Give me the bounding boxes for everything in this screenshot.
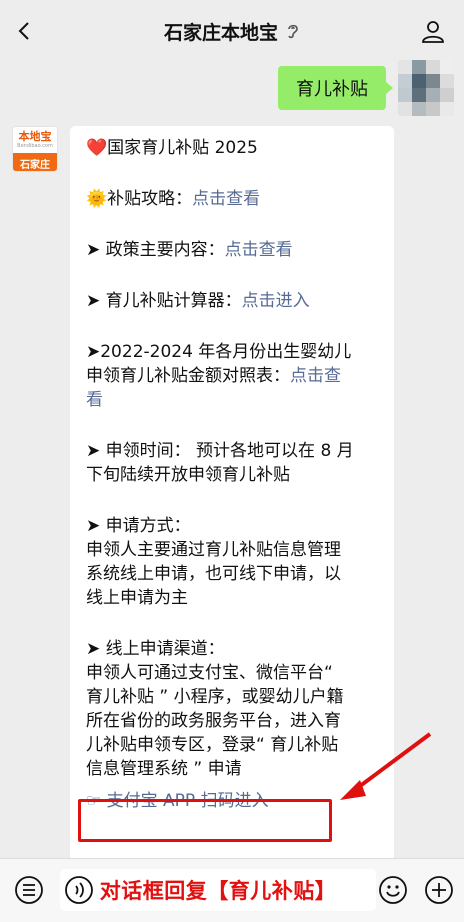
list-menu-icon: [15, 876, 43, 904]
emoji-button[interactable]: [376, 873, 410, 907]
bendibao-avatar[interactable]: 本地宝 Bendibao.com 石家庄: [12, 126, 58, 172]
calculator-line: ➤ 育儿补贴计算器：点击进入: [86, 291, 310, 311]
avatar-logo-text: 本地宝: [18, 130, 52, 143]
avatar-city-label: 石家庄: [13, 153, 57, 171]
more-button[interactable]: [422, 873, 456, 907]
time-line-1: ➤ 申领时间： 预计各地可以在 8 月: [86, 441, 354, 461]
method-line-2: 系统线上申请，也可线下申请，以: [86, 564, 341, 584]
table-line-1: ➤2022-2024 年各月份出生婴幼儿: [86, 342, 352, 362]
chevron-left-icon: [18, 22, 29, 40]
method-line-1: 申领人主要通过育儿补贴信息管理: [86, 540, 341, 560]
time-line-2: 下旬陆续开放申领育儿补贴: [86, 465, 290, 485]
ear-icon: [288, 24, 298, 39]
message-input[interactable]: 对话框回复【育儿补贴】: [60, 869, 376, 911]
policy-line: ➤ 政策主要内容：点击查看: [86, 240, 293, 260]
input-hint-text: 对话框回复【育儿补贴】: [99, 879, 337, 903]
calculator-link[interactable]: 点击进入: [242, 291, 310, 311]
profile-button[interactable]: [416, 14, 450, 48]
user-avatar[interactable]: [398, 60, 454, 116]
policy-link[interactable]: 点击查看: [225, 240, 293, 260]
channel-line-2: 育儿补贴 ” 小程序，或婴幼儿户籍: [86, 687, 344, 707]
article-title: ❤️国家育儿补贴 2025: [86, 138, 258, 158]
top-nav-bar: 石家庄本地宝: [0, 0, 464, 62]
method-heading: ➤ 申请方式：: [86, 516, 191, 536]
strategy-line: 🌞补贴攻略：点击查看: [86, 189, 261, 209]
highlight-box: [78, 799, 332, 842]
table-link[interactable]: 点击查: [290, 366, 341, 386]
channel-heading: ➤ 线上申请渠道：: [86, 639, 225, 659]
bottom-input-bar: 对话框回复【育儿补贴】: [0, 858, 464, 922]
red-arrow-icon: [340, 732, 432, 800]
avatar-logo-url: Bendibao.com: [17, 143, 53, 149]
table-line-2: 申领育儿补贴金额对照表：点击查: [86, 366, 341, 386]
menu-button[interactable]: [12, 873, 46, 907]
back-button[interactable]: [8, 14, 42, 48]
voice-icon: [65, 876, 93, 904]
table-line-3: 看: [86, 388, 380, 412]
method-line-3: 线上申请为主: [86, 588, 188, 608]
strategy-link[interactable]: 点击查看: [192, 189, 260, 209]
channel-line-1: 申领人可通过支付宝、微信平台“: [86, 663, 333, 683]
user-message-text: 育儿补贴: [296, 79, 368, 100]
voice-button[interactable]: [62, 873, 96, 907]
emoji-icon: [379, 876, 407, 904]
person-icon: [422, 21, 444, 43]
plus-icon: [425, 876, 453, 904]
user-message-bubble[interactable]: 育儿补贴: [278, 66, 393, 110]
chat-title: 石家庄本地宝: [163, 21, 278, 44]
table-link-wrap[interactable]: 看: [86, 390, 103, 410]
